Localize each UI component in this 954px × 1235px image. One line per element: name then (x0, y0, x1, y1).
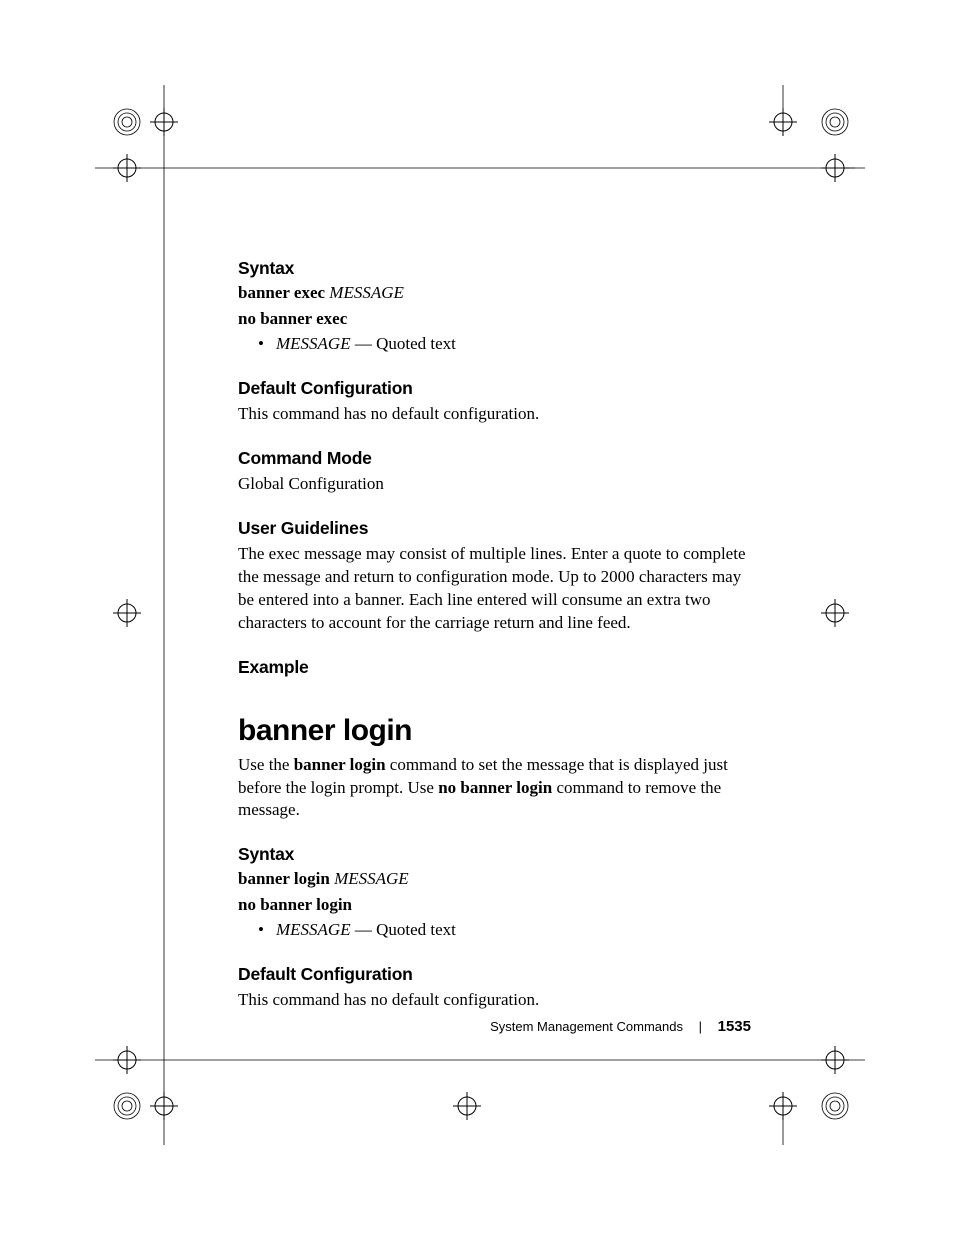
syntax-no-keyword-2: no banner login (238, 895, 352, 914)
footer-section: System Management Commands (490, 1019, 683, 1034)
syntax-line-exec: banner exec MESSAGE (238, 283, 750, 303)
intro-part-a: Use the (238, 755, 294, 774)
example-section: Example (238, 657, 750, 678)
syntax-keyword-2: banner login (238, 869, 330, 888)
user-guidelines-body: The exec message may consist of multiple… (238, 543, 750, 635)
example-heading: Example (238, 657, 750, 678)
footer-separator: | (699, 1019, 702, 1034)
syntax-line-no-login: no banner login (238, 895, 750, 915)
syntax-arg-2: MESSAGE (334, 869, 409, 888)
default-config-body-2: This command has no default configuratio… (238, 989, 750, 1012)
command-mode-heading: Command Mode (238, 448, 750, 469)
default-config-heading-2: Default Configuration (238, 964, 750, 985)
user-guidelines-heading: User Guidelines (238, 518, 750, 539)
intro-bold-1: banner login (294, 755, 386, 774)
default-config-heading: Default Configuration (238, 378, 750, 399)
syntax-heading-2: Syntax (238, 844, 750, 865)
command-mode-section: Command Mode Global Configuration (238, 448, 750, 496)
banner-login-intro: Use the banner login command to set the … (238, 754, 750, 823)
syntax-section-2: Syntax banner login MESSAGE no banner lo… (238, 844, 750, 942)
user-guidelines-section: User Guidelines The exec message may con… (238, 518, 750, 635)
bullet-arg: MESSAGE (276, 334, 351, 353)
command-mode-body: Global Configuration (238, 473, 750, 496)
page-content: Syntax banner exec MESSAGE no banner exe… (238, 258, 750, 1012)
bullet-rest-2: — Quoted text (351, 920, 456, 939)
syntax-heading: Syntax (238, 258, 750, 279)
bullet-arg-2: MESSAGE (276, 920, 351, 939)
page-footer: System Management Commands | 1535 (490, 1018, 751, 1035)
syntax-section: Syntax banner exec MESSAGE no banner exe… (238, 258, 750, 356)
syntax-bullet-message: MESSAGE — Quoted text (276, 333, 750, 356)
default-config-body: This command has no default configuratio… (238, 403, 750, 426)
syntax-keyword: banner exec (238, 283, 325, 302)
default-config-section-2: Default Configuration This command has n… (238, 964, 750, 1012)
command-title-banner-login: banner login (238, 714, 750, 748)
syntax-bullet-message-2: MESSAGE — Quoted text (276, 919, 750, 942)
footer-page-number: 1535 (718, 1018, 751, 1035)
syntax-line-login: banner login MESSAGE (238, 869, 750, 889)
syntax-no-keyword: no banner exec (238, 309, 347, 328)
syntax-bullets: MESSAGE — Quoted text (238, 333, 750, 356)
syntax-bullets-2: MESSAGE — Quoted text (238, 919, 750, 942)
syntax-line-no-exec: no banner exec (238, 309, 750, 329)
bullet-rest: — Quoted text (351, 334, 456, 353)
intro-bold-2: no banner login (438, 778, 552, 797)
default-config-section: Default Configuration This command has n… (238, 378, 750, 426)
syntax-arg: MESSAGE (329, 283, 404, 302)
